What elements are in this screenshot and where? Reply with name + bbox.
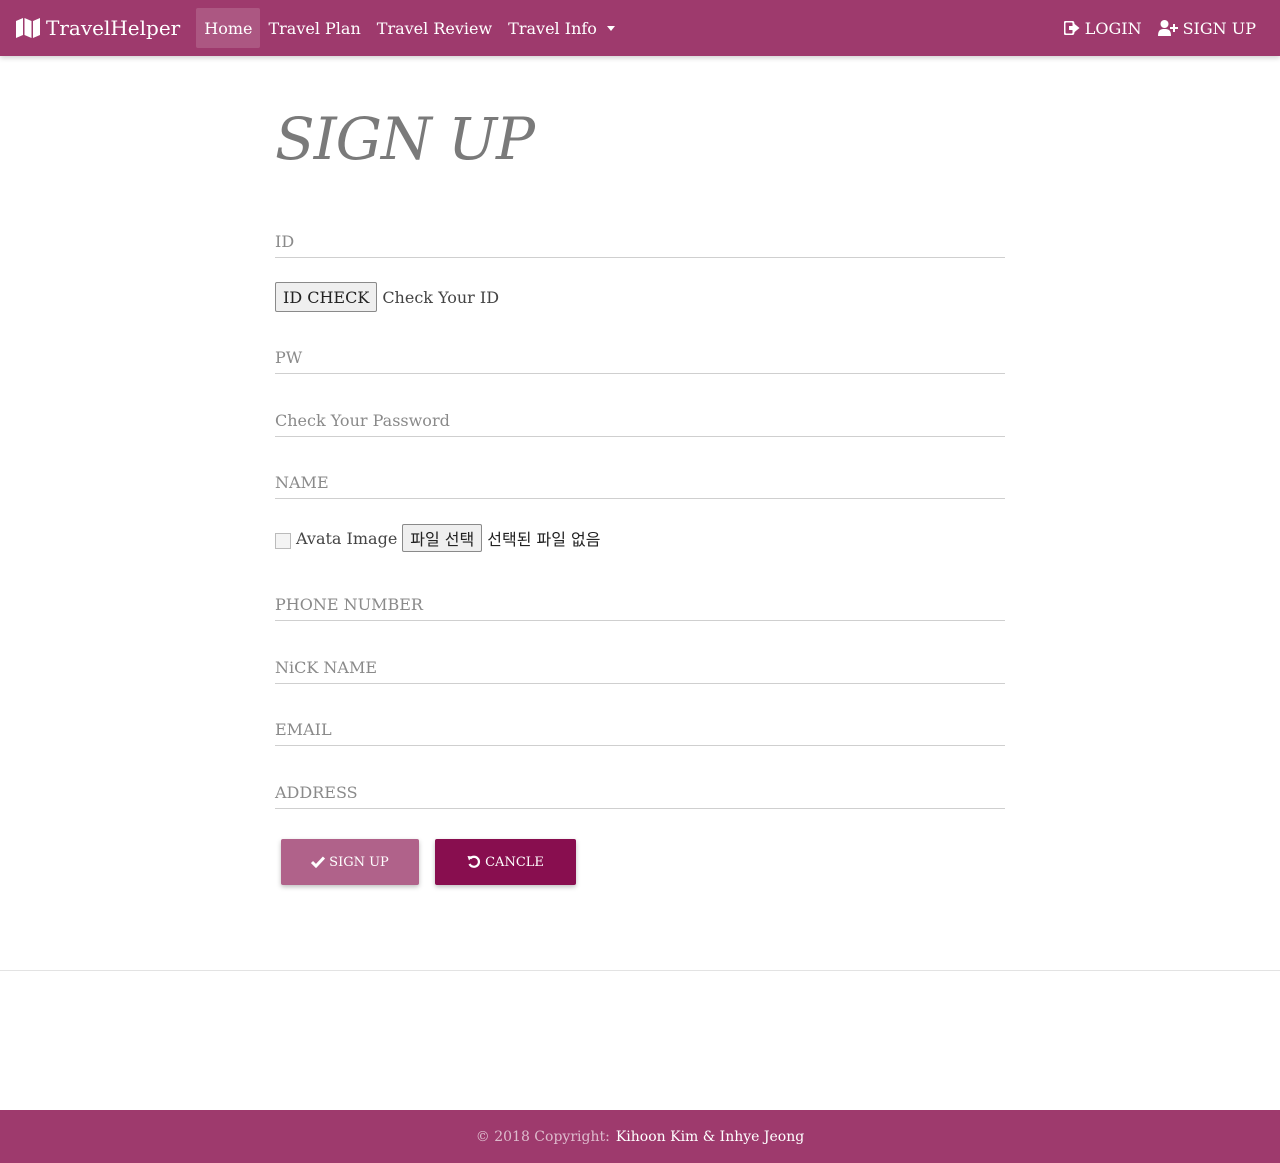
signup-link[interactable]: SIGN UP: [1150, 8, 1264, 48]
cancel-label: CANCLE: [485, 854, 544, 870]
login-link[interactable]: LOGIN: [1056, 8, 1150, 48]
file-choose-button[interactable]: 파일 선택: [402, 524, 483, 552]
email-field[interactable]: EMAIL: [275, 716, 1005, 746]
nav-travel-review-label: Travel Review: [376, 18, 493, 38]
signup-form: SIGN UP ID ID CHECK Check Your ID PW Che…: [275, 56, 1005, 885]
nickname-placeholder: NiCK NAME: [275, 658, 378, 677]
footer-authors: Kihoon Kim & Inhye Jeong: [615, 1128, 805, 1145]
id-check-button[interactable]: ID CHECK: [275, 282, 378, 312]
divider: [0, 970, 1280, 971]
footer: © 2018 Copyright: Kihoon Kim & Inhye Jeo…: [0, 1110, 1280, 1163]
signup-submit-label: SIGN UP: [329, 854, 389, 870]
email-placeholder: EMAIL: [275, 720, 332, 739]
map-icon: [16, 18, 40, 38]
avatar-row: Avata Image 파일 선택 선택된 파일 없음: [275, 524, 600, 552]
user-plus-icon: [1157, 20, 1178, 36]
footer-copyright: © 2018 Copyright:: [475, 1128, 610, 1145]
nav-travel-info-dropdown[interactable]: Travel Info: [500, 8, 623, 48]
password-check-placeholder: Check Your Password: [275, 411, 450, 430]
id-field[interactable]: ID: [275, 228, 1005, 258]
nav-home-label: Home: [204, 18, 253, 38]
nav-travel-plan-label: Travel Plan: [268, 18, 361, 38]
brand-label: TravelHelper: [46, 16, 181, 40]
password-placeholder: PW: [275, 348, 303, 367]
login-label: LOGIN: [1084, 18, 1142, 38]
navbar: TravelHelper Home Travel Plan Travel Rev…: [0, 0, 1280, 56]
nickname-field[interactable]: NiCK NAME: [275, 654, 1005, 684]
phone-field[interactable]: PHONE NUMBER: [275, 591, 1005, 621]
password-check-field[interactable]: Check Your Password: [275, 407, 1005, 437]
undo-icon: [467, 855, 481, 868]
caret-down-icon: [606, 25, 615, 31]
nav-home[interactable]: Home: [196, 8, 261, 48]
avatar-alt-text: Avata Image: [296, 528, 398, 548]
name-placeholder: NAME: [275, 473, 329, 492]
check-icon: [311, 856, 326, 868]
id-check-row: ID CHECK Check Your ID: [275, 282, 499, 312]
nav-travel-review[interactable]: Travel Review: [369, 8, 500, 48]
id-placeholder: ID: [275, 232, 295, 251]
signup-submit-button[interactable]: SIGN UP: [281, 839, 419, 885]
password-field[interactable]: PW: [275, 344, 1005, 374]
page-title: SIGN UP: [275, 105, 535, 173]
address-placeholder: ADDRESS: [275, 783, 358, 802]
sign-in-icon: [1063, 21, 1080, 35]
broken-image-icon: [275, 533, 291, 549]
cancel-button[interactable]: CANCLE: [435, 839, 576, 885]
nav-right: LOGIN SIGN UP: [1056, 8, 1264, 48]
form-buttons: SIGN UP CANCLE: [281, 839, 576, 885]
nav-travel-plan[interactable]: Travel Plan: [260, 8, 368, 48]
nav-travel-info-label: Travel Info: [508, 18, 597, 38]
signup-label: SIGN UP: [1182, 18, 1256, 38]
address-field[interactable]: ADDRESS: [275, 779, 1005, 809]
nav-links: Home Travel Plan Travel Review Travel In…: [196, 8, 623, 48]
brand-link[interactable]: TravelHelper: [16, 8, 180, 48]
phone-placeholder: PHONE NUMBER: [275, 595, 423, 614]
name-field[interactable]: NAME: [275, 469, 1005, 499]
file-status: 선택된 파일 없음: [487, 530, 601, 549]
id-check-status: Check Your ID: [382, 287, 500, 307]
